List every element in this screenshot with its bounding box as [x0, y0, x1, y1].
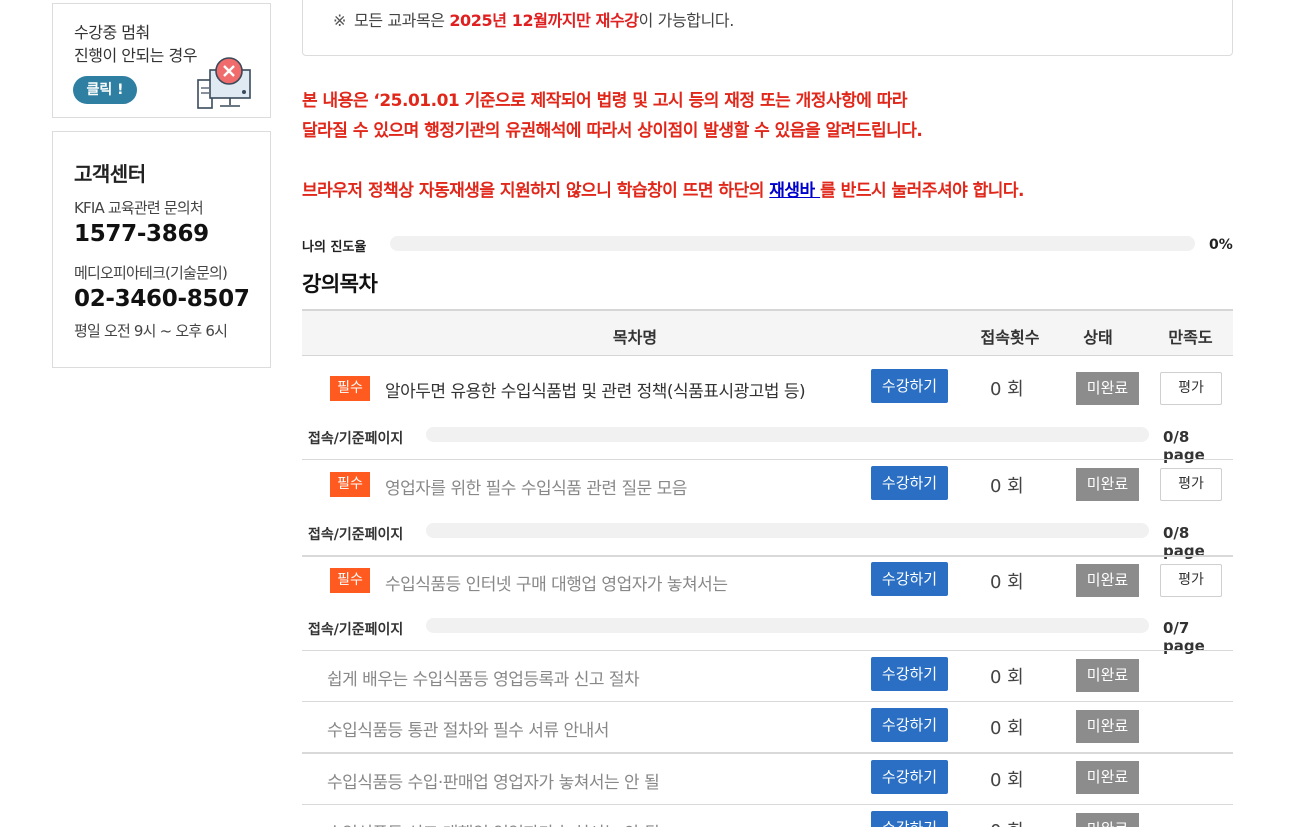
- notice-text: ※ 모든 교과목은 2025년 12월까지만 재수강이 가능합니다.: [333, 7, 734, 31]
- access-count: 0 회: [990, 379, 1024, 400]
- warning-line-1: 본 내용은 ‘25.01.01 기준으로 제작되어 법령 및 고시 등의 재정 …: [302, 91, 908, 111]
- access-count: 0 회: [990, 667, 1024, 688]
- warning-line-2: 달라질 수 있으며 행정기관의 유권해석에 따라서 상이점이 발생할 수 있음을…: [302, 121, 923, 141]
- my-progress-percent: 0%: [1209, 237, 1233, 253]
- take-course-button[interactable]: 수강하기: [871, 708, 948, 742]
- lecture-list-title: 강의목차: [302, 272, 378, 296]
- header-title: 목차명: [612, 328, 658, 347]
- rate-button[interactable]: 평가: [1160, 372, 1222, 405]
- computer-error-icon: [197, 57, 251, 109]
- status-badge: 미완료: [1076, 468, 1139, 501]
- help-line-1: 수강중 멈춰: [74, 23, 150, 42]
- notice-prefix: 모든 교과목은: [354, 11, 450, 30]
- required-badge: 필수: [330, 568, 370, 593]
- play-bar-link[interactable]: 재생바: [769, 181, 820, 201]
- lecture-title[interactable]: 알아두면 유용한 수입식품법 및 관련 정책(식품표시광고법 등): [385, 377, 806, 402]
- status-badge: 미완료: [1076, 710, 1139, 743]
- kfia-phone: 1577-3869: [74, 221, 209, 247]
- required-badge: 필수: [330, 376, 370, 401]
- header-rating: 만족도: [1168, 328, 1213, 347]
- page-progress-label: 접속/기준페이지: [308, 622, 404, 638]
- warning-line-3-prefix: 브라우저 정책상 자동재생을 지원하지 않으니 학습창이 뜨면 하단의: [302, 181, 770, 201]
- help-click-button[interactable]: 클릭 !: [73, 76, 137, 104]
- status-badge: 미완료: [1076, 761, 1139, 794]
- take-course-button[interactable]: 수강하기: [871, 657, 948, 691]
- take-course-button[interactable]: 수강하기: [871, 466, 948, 500]
- status-badge: 미완료: [1076, 659, 1139, 692]
- row-divider: [302, 555, 1233, 557]
- customer-center-title: 고객센터: [74, 162, 146, 186]
- notice-highlight: 2025년 12월까지만 재수강: [449, 11, 639, 30]
- access-count: 0 회: [990, 718, 1024, 739]
- my-progress-label: 나의 진도율: [302, 240, 367, 255]
- status-badge: 미완료: [1076, 564, 1139, 597]
- lecture-title[interactable]: 수입식품등 통관 절차와 필수 서류 안내서: [327, 716, 609, 741]
- help-line-2: 진행이 안되는 경우: [74, 46, 197, 65]
- rate-button[interactable]: 평가: [1160, 564, 1222, 597]
- notice-box: ※ 모든 교과목은 2025년 12월까지만 재수강이 가능합니다.: [302, 0, 1233, 56]
- take-course-button[interactable]: 수강하기: [871, 562, 948, 596]
- row-divider: [302, 459, 1233, 460]
- take-course-button[interactable]: 수강하기: [871, 811, 948, 827]
- lecture-title[interactable]: 쉽게 배우는 수입식품등 영업등록과 신고 절차: [327, 665, 640, 690]
- tech-phone: 02-3460-8507: [74, 286, 250, 312]
- help-box: 수강중 멈춰 진행이 안되는 경우 클릭 !: [52, 3, 271, 118]
- lecture-title[interactable]: 영업자를 위한 필수 수입식품 관련 질문 모음: [385, 474, 687, 499]
- page-progress-bar: [426, 427, 1149, 442]
- business-hours: 평일 오전 9시 ~ 오후 6시: [74, 322, 228, 340]
- page-progress-label: 접속/기준페이지: [308, 431, 404, 447]
- status-badge: 미완료: [1076, 813, 1139, 827]
- lecture-title[interactable]: 수입식품등 수입·판매업 영업자가 놓쳐서는 안 될: [327, 768, 660, 793]
- my-progress-bar: [390, 236, 1195, 251]
- access-count: 0 회: [990, 476, 1024, 497]
- table-row: 수입식품등 신고 대행업 영업자가 놓쳐서는 안 될 수강하기 0 회 미완료: [302, 805, 1233, 827]
- lecture-title[interactable]: 수입식품등 신고 대행업 영업자가 놓쳐서는 안 될: [327, 819, 660, 827]
- help-text: 수강중 멈춰 진행이 안되는 경우: [74, 21, 197, 67]
- kfia-contact-label: KFIA 교육관련 문의처: [74, 199, 204, 217]
- row-divider: [302, 701, 1233, 702]
- take-course-button[interactable]: 수강하기: [871, 369, 948, 403]
- tech-contact-label: 메디오피아테크(기술문의): [74, 264, 228, 282]
- warning-line-3-suffix: 를 반드시 눌러주셔야 합니다.: [820, 181, 1025, 201]
- notice-suffix: 이 가능합니다.: [638, 11, 735, 30]
- row-divider: [302, 650, 1233, 651]
- lecture-title[interactable]: 수입식품등 인터넷 구매 대행업 영업자가 놓쳐서는: [385, 570, 728, 595]
- status-badge: 미완료: [1076, 372, 1139, 405]
- header-access-count: 접속횟수: [980, 328, 1040, 347]
- take-course-button[interactable]: 수강하기: [871, 760, 948, 794]
- table-header: 목차명 접속횟수 상태 만족도: [302, 309, 1233, 356]
- page-progress-label: 접속/기준페이지: [308, 527, 404, 543]
- access-count: 0 회: [990, 572, 1024, 593]
- warning-line-3: 브라우저 정책상 자동재생을 지원하지 않으니 학습창이 뜨면 하단의 재생바 …: [302, 176, 1025, 201]
- page-progress-bar: [426, 618, 1149, 633]
- reference-mark-icon: ※: [333, 11, 347, 30]
- required-badge: 필수: [330, 472, 370, 497]
- customer-center-box: 고객센터 KFIA 교육관련 문의처 1577-3869 메디오피아테크(기술문…: [52, 131, 271, 368]
- header-status: 상태: [1083, 328, 1113, 347]
- page-progress-bar: [426, 523, 1149, 538]
- access-count: 0 회: [990, 817, 1024, 827]
- row-divider: [302, 752, 1233, 754]
- rate-button[interactable]: 평가: [1160, 468, 1222, 501]
- access-count: 0 회: [990, 770, 1024, 791]
